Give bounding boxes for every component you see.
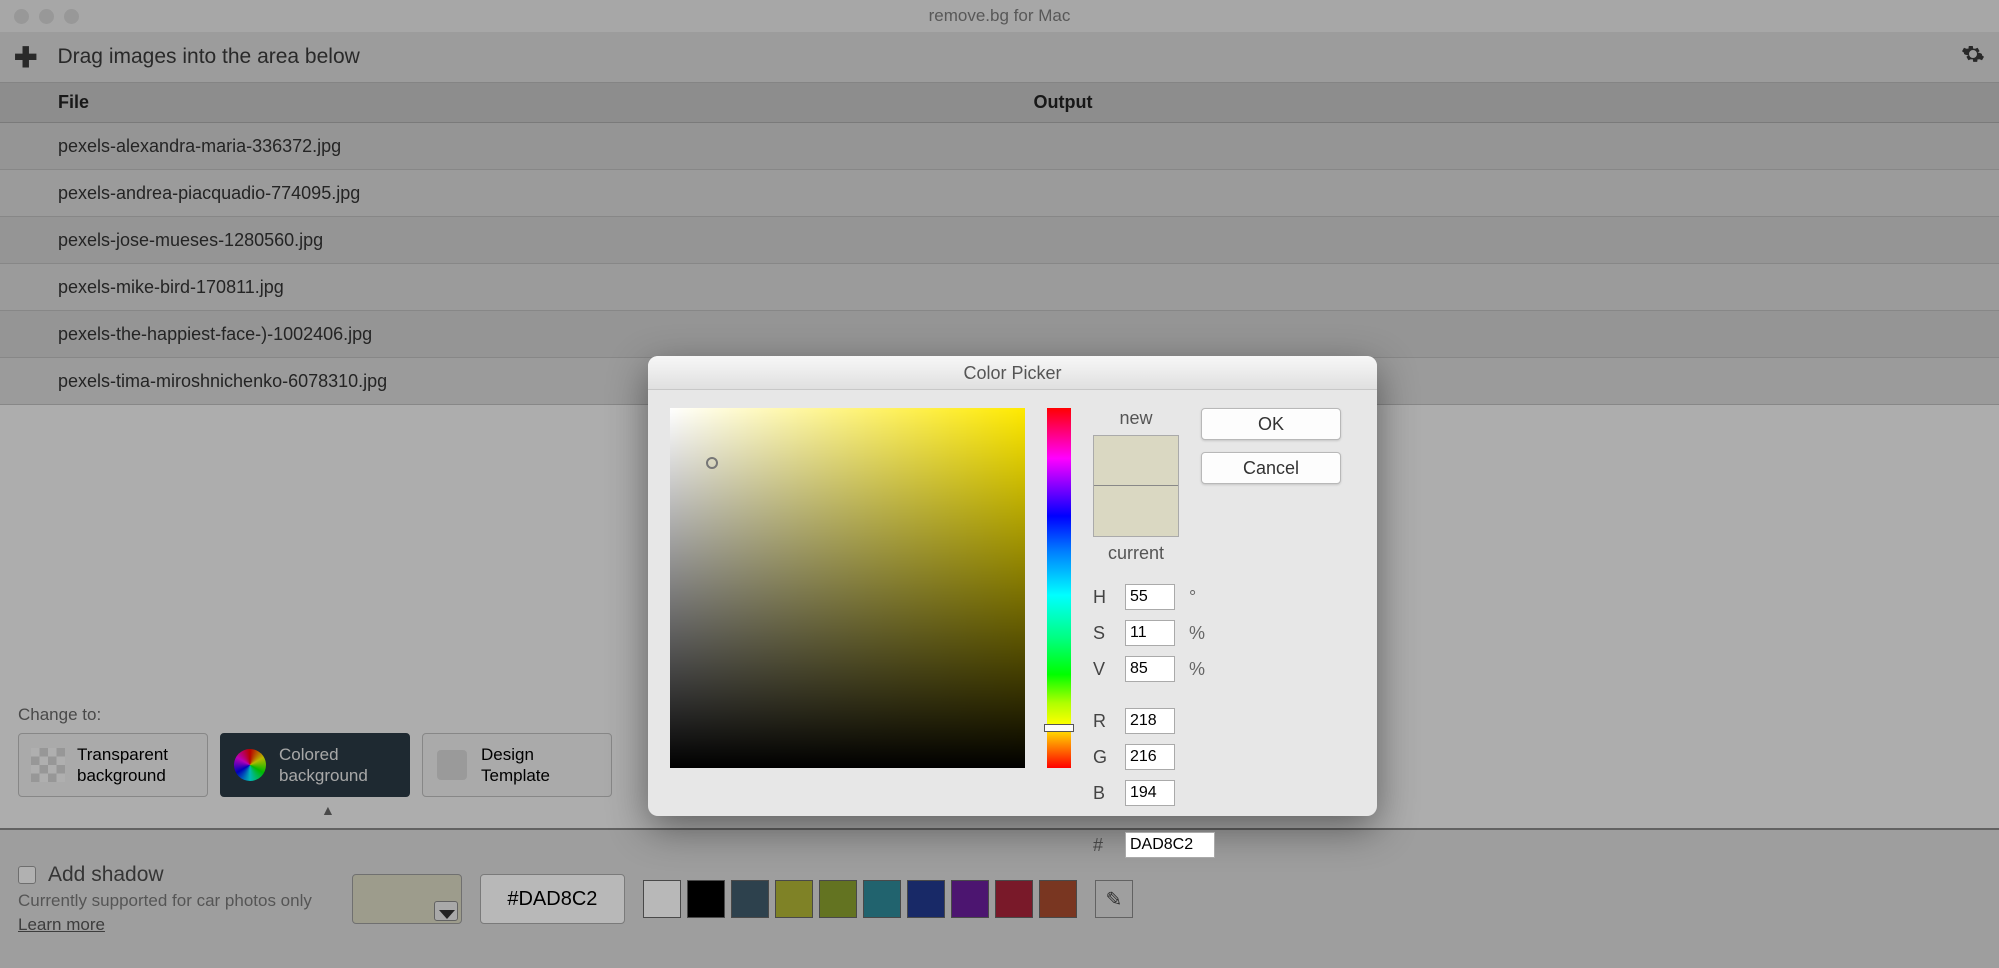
b-input[interactable] bbox=[1125, 780, 1175, 806]
color-picker-dialog: Color Picker new current OK Cancel bbox=[648, 356, 1377, 816]
degree-unit: ° bbox=[1189, 587, 1209, 608]
hue-slider[interactable] bbox=[1047, 408, 1071, 768]
s-input[interactable] bbox=[1125, 620, 1175, 646]
new-color-label: new bbox=[1119, 408, 1152, 429]
h-input[interactable] bbox=[1125, 584, 1175, 610]
b-label: B bbox=[1093, 783, 1111, 804]
new-color-swatch bbox=[1094, 436, 1178, 486]
hex-field[interactable] bbox=[1125, 832, 1215, 858]
current-color-label: current bbox=[1108, 543, 1164, 564]
h-label: H bbox=[1093, 587, 1111, 608]
hex-label: # bbox=[1093, 835, 1111, 856]
color-preview bbox=[1093, 435, 1179, 537]
dialog-title: Color Picker bbox=[648, 356, 1377, 390]
sv-handle[interactable] bbox=[706, 457, 718, 469]
current-color-swatch bbox=[1094, 486, 1178, 536]
r-input[interactable] bbox=[1125, 708, 1175, 734]
v-input[interactable] bbox=[1125, 656, 1175, 682]
g-input[interactable] bbox=[1125, 744, 1175, 770]
g-label: G bbox=[1093, 747, 1111, 768]
percent-unit: % bbox=[1189, 623, 1209, 644]
hue-handle[interactable] bbox=[1044, 724, 1074, 732]
ok-button[interactable]: OK bbox=[1201, 408, 1341, 440]
v-label: V bbox=[1093, 659, 1111, 680]
cancel-button[interactable]: Cancel bbox=[1201, 452, 1341, 484]
saturation-value-plane[interactable] bbox=[670, 408, 1025, 768]
percent-unit: % bbox=[1189, 659, 1209, 680]
r-label: R bbox=[1093, 711, 1111, 732]
s-label: S bbox=[1093, 623, 1111, 644]
